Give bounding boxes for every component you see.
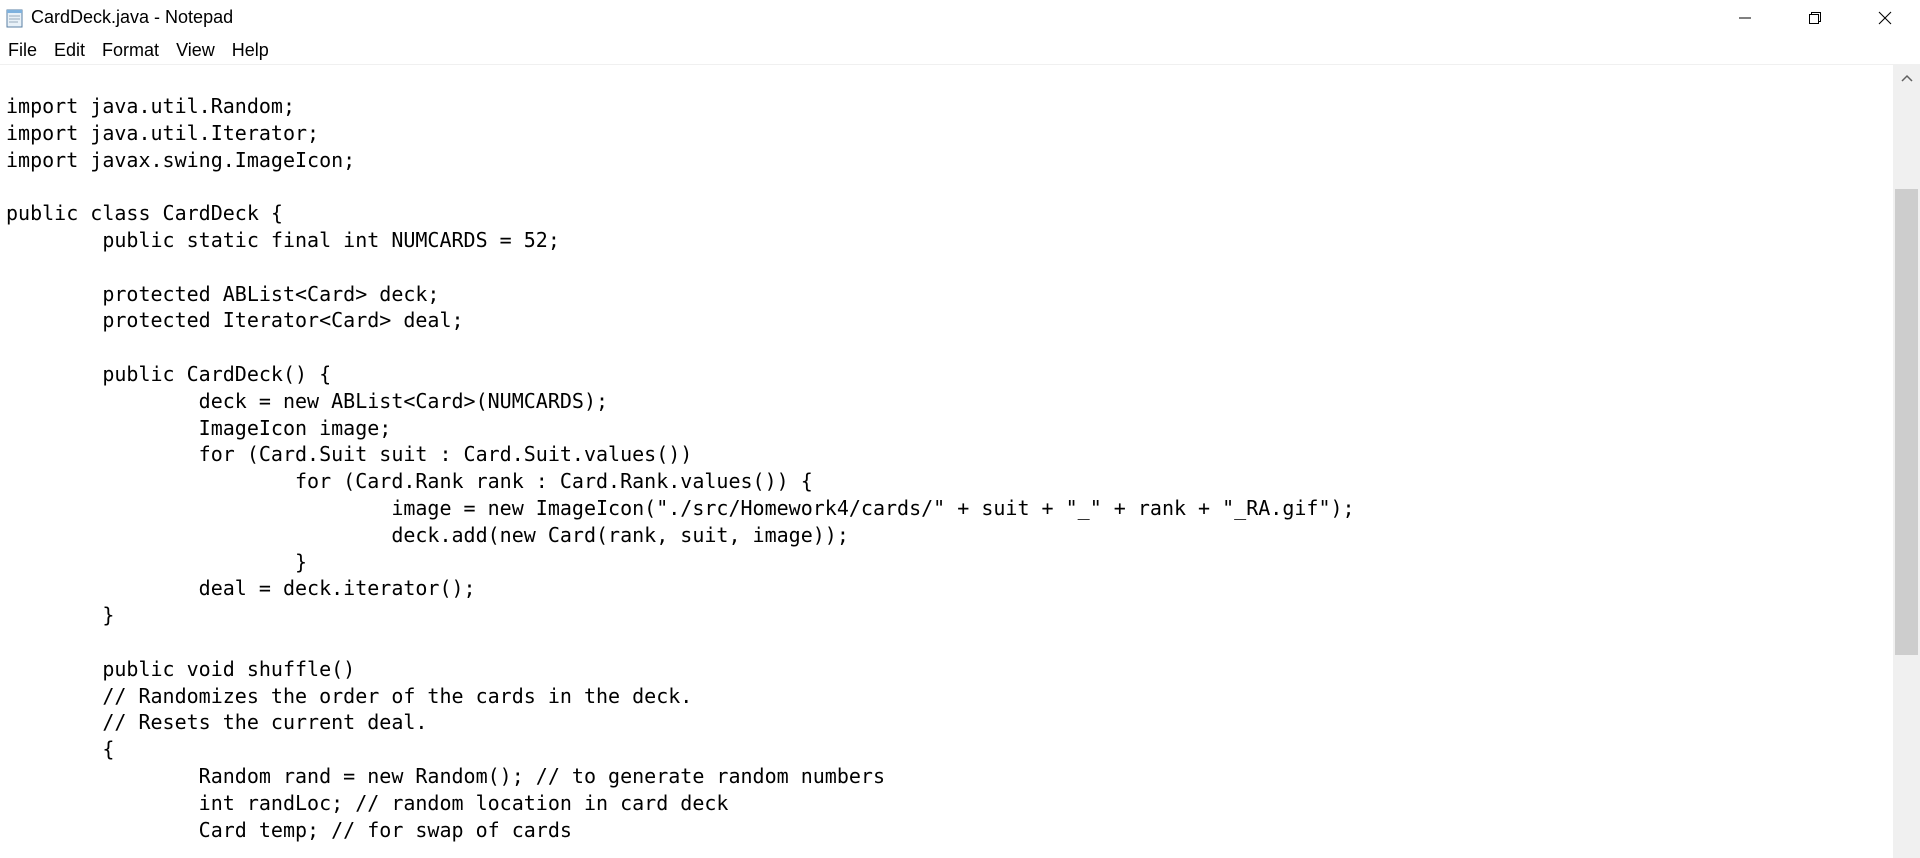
title-bar[interactable]: CardDeck.java - Notepad bbox=[0, 0, 1920, 36]
chevron-up-icon bbox=[1900, 74, 1913, 82]
menu-format[interactable]: Format bbox=[94, 36, 168, 65]
code-line: for (Card.Suit suit : Card.Suit.values()… bbox=[6, 442, 693, 467]
code-line: deck.add(new Card(rank, suit, image)); bbox=[6, 522, 849, 547]
text-editor[interactable]: import java.util.Random; import java.util… bbox=[0, 65, 1893, 858]
menu-file[interactable]: File bbox=[0, 36, 46, 65]
code-line: Card temp; // for swap of cards bbox=[6, 817, 572, 842]
code-line: // Randomizes the order of the cards in … bbox=[6, 683, 693, 708]
vertical-scrollbar[interactable] bbox=[1893, 65, 1920, 858]
code-line: public CardDeck() { bbox=[6, 361, 332, 386]
close-icon bbox=[1878, 11, 1892, 25]
code-line: } bbox=[6, 549, 308, 574]
code-line: public void shuffle() bbox=[6, 656, 356, 681]
menu-view[interactable]: View bbox=[168, 36, 224, 65]
code-line: public static final int NUMCARDS = 52; bbox=[6, 227, 560, 252]
window-title: CardDeck.java - Notepad bbox=[31, 7, 234, 27]
code-line: deck = new ABList<Card>(NUMCARDS); bbox=[6, 388, 609, 413]
code-line: int randLoc; // random location in card … bbox=[6, 790, 729, 815]
code-line: for (Card.Rank rank : Card.Rank.values()… bbox=[6, 469, 813, 494]
code-line: protected Iterator<Card> deal; bbox=[6, 308, 464, 333]
notepad-window: CardDeck.java - Notepad File Edit Format… bbox=[0, 0, 1920, 858]
code-line: { bbox=[6, 737, 115, 762]
code-line: } bbox=[6, 603, 115, 628]
minimize-button[interactable] bbox=[1710, 0, 1780, 36]
restore-button[interactable] bbox=[1780, 0, 1850, 36]
code-line: deal = deck.iterator(); bbox=[6, 576, 476, 601]
notepad-icon[interactable] bbox=[5, 8, 24, 28]
code-line: import javax.swing.ImageIcon; bbox=[6, 147, 356, 172]
menu-edit[interactable]: Edit bbox=[46, 36, 94, 65]
code-line: // Resets the current deal. bbox=[6, 710, 428, 735]
code-line: ImageIcon image; bbox=[6, 415, 392, 440]
code-line: Random rand = new Random(); // to genera… bbox=[6, 763, 885, 788]
scroll-thumb[interactable] bbox=[1895, 189, 1918, 655]
editor-text[interactable]: import java.util.Random; import java.util… bbox=[6, 93, 1355, 843]
close-button[interactable] bbox=[1850, 0, 1920, 36]
scroll-up-button[interactable] bbox=[1893, 65, 1920, 91]
code-line: protected ABList<Card> deck; bbox=[6, 281, 440, 306]
minimize-icon bbox=[1739, 17, 1751, 19]
code-line: import java.util.Iterator; bbox=[6, 120, 320, 145]
code-line: import java.util.Random; bbox=[6, 94, 295, 118]
code-line: image = new ImageIcon("./src/Homework4/c… bbox=[6, 495, 1355, 520]
menu-help[interactable]: Help bbox=[224, 36, 278, 65]
menu-bar: File Edit Format View Help bbox=[0, 36, 1920, 65]
code-line: public class CardDeck { bbox=[6, 201, 283, 226]
restore-icon bbox=[1809, 12, 1821, 24]
